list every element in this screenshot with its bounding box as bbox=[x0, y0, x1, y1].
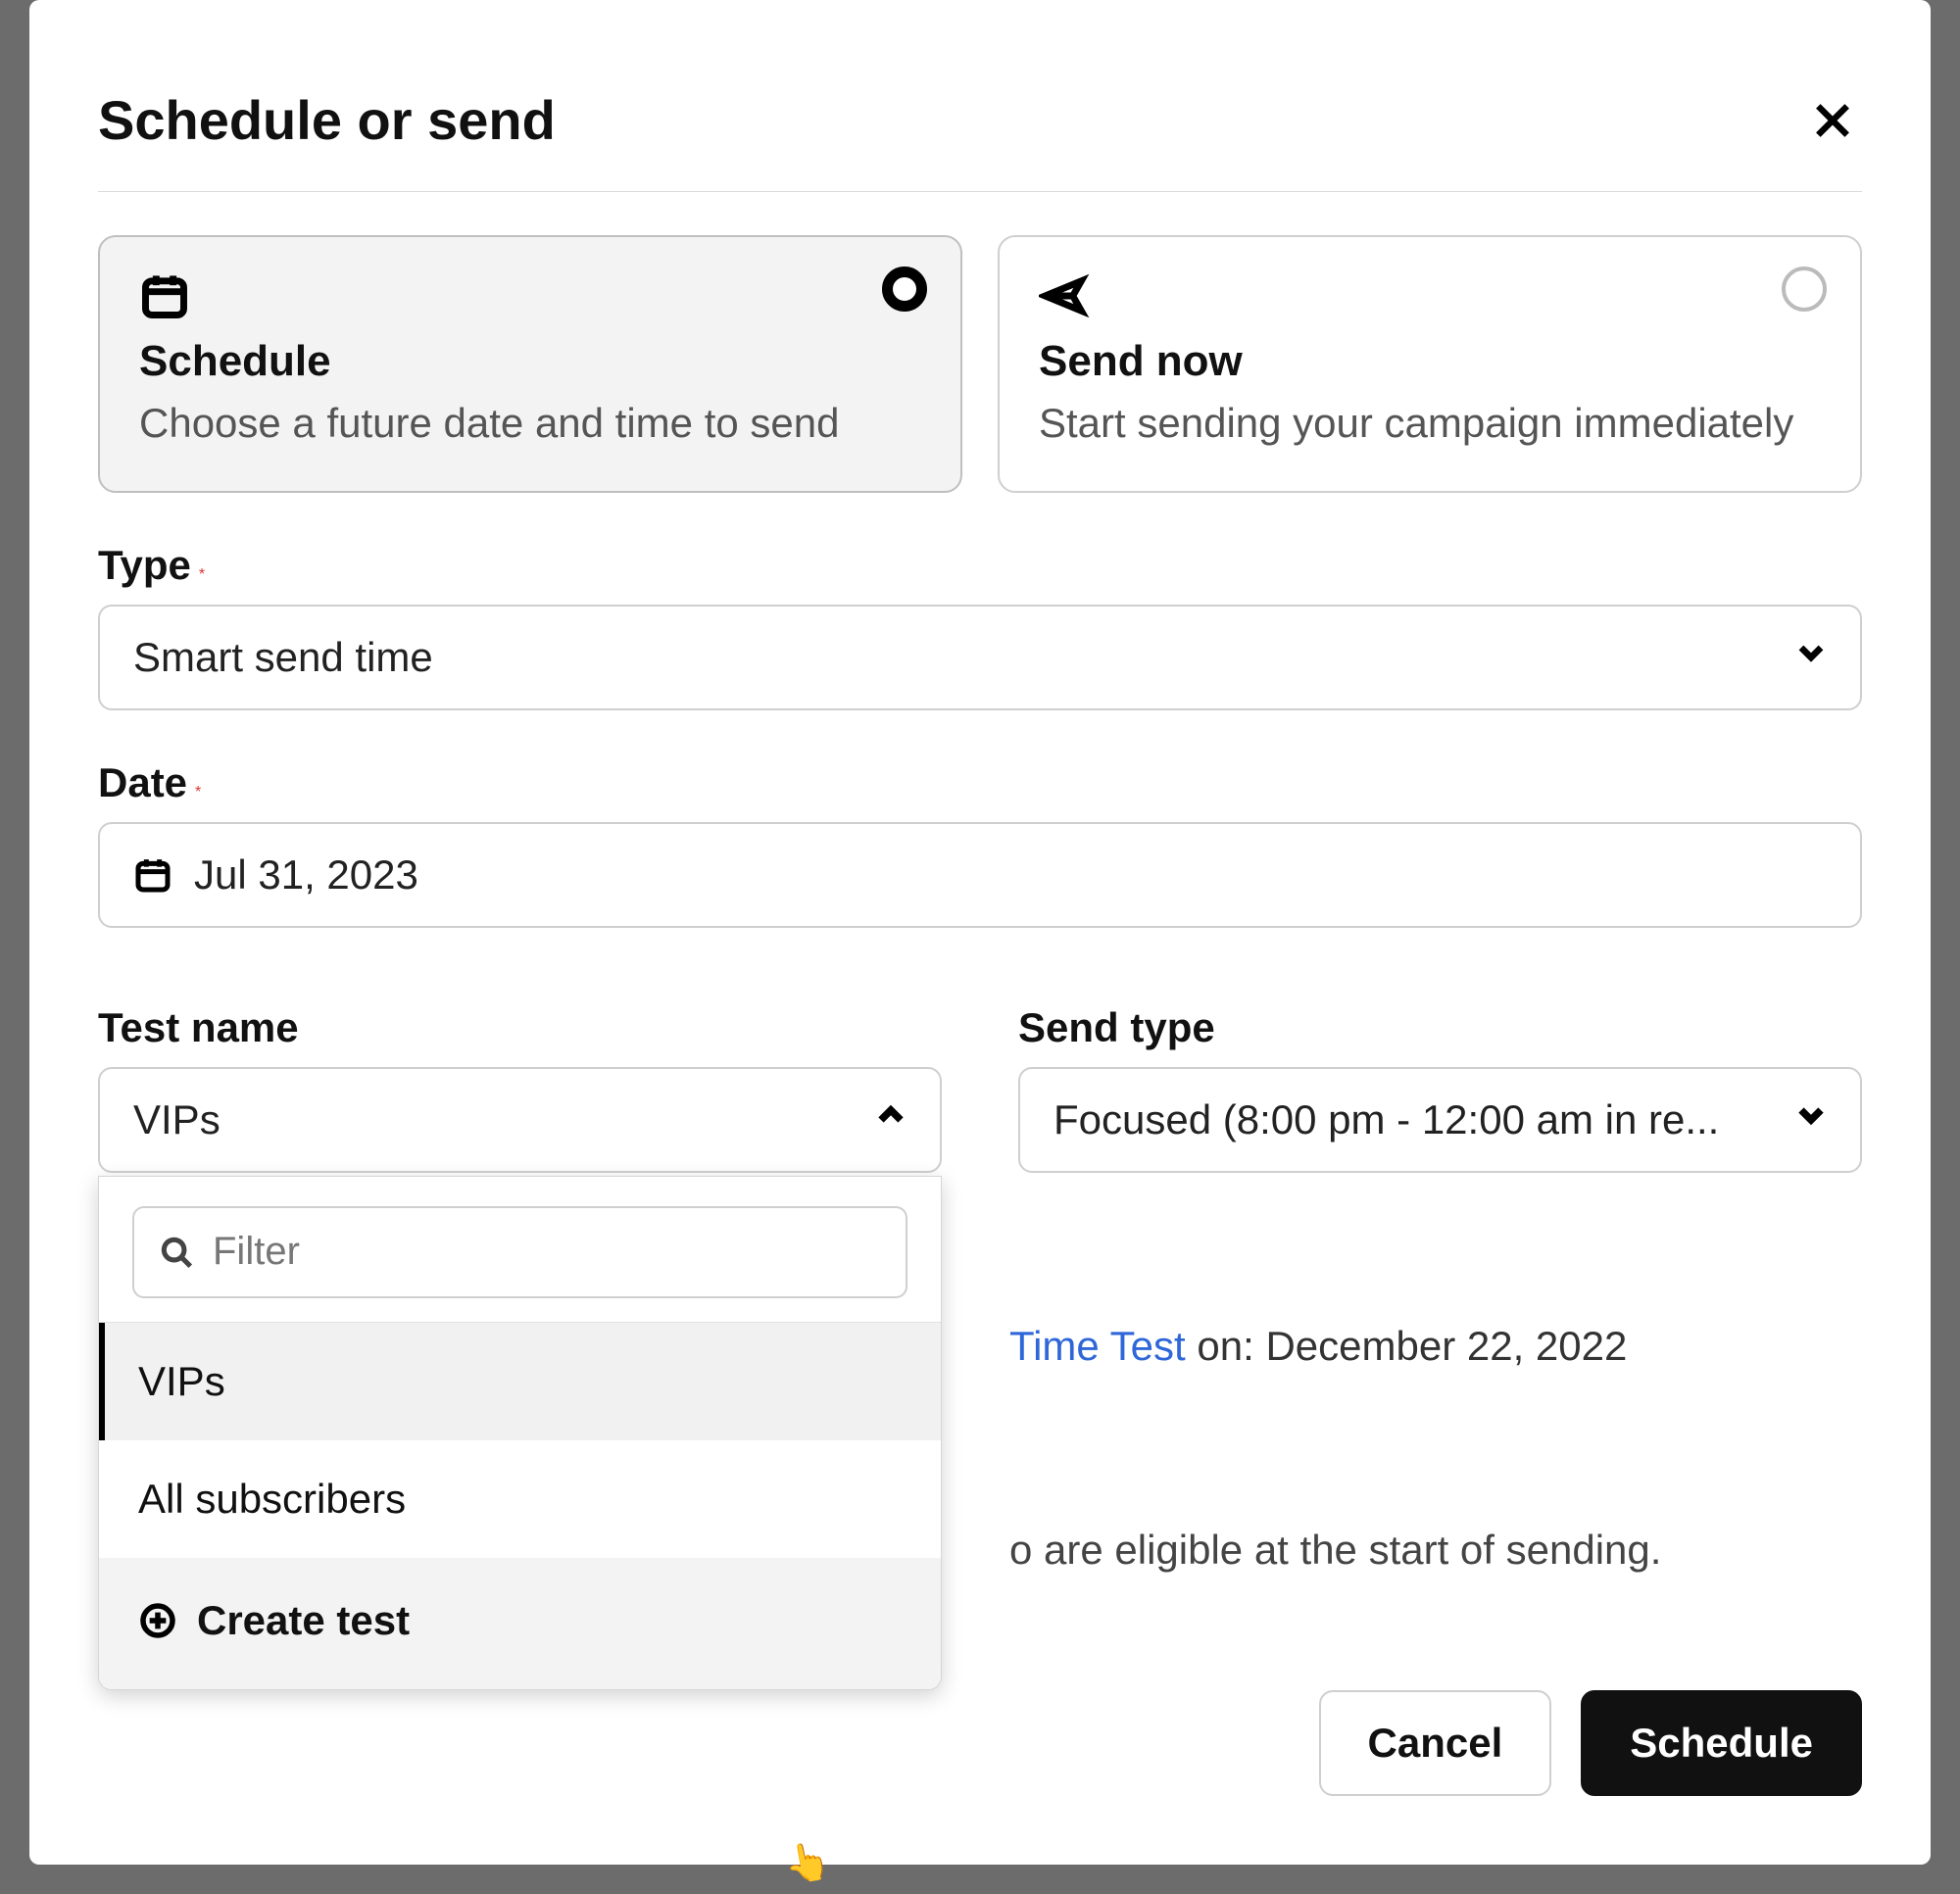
modal-footer: Cancel Schedule bbox=[1319, 1690, 1862, 1796]
test-name-value: VIPs bbox=[133, 1096, 220, 1143]
info-date: on: December 22, 2022 bbox=[1186, 1323, 1628, 1369]
test-name-select[interactable]: VIPs bbox=[98, 1067, 942, 1173]
option-schedule-desc: Choose a future date and time to send bbox=[139, 396, 921, 452]
radio-selected-icon bbox=[882, 267, 927, 312]
dropdown-option-all-subscribers[interactable]: All subscribers bbox=[99, 1440, 941, 1558]
option-send-now[interactable]: Send now Start sending your campaign imm… bbox=[998, 235, 1862, 493]
required-indicator: * bbox=[199, 566, 205, 583]
send-type-value: Focused (8:00 pm - 12:00 am in re... bbox=[1054, 1096, 1719, 1143]
filter-placeholder: Filter bbox=[213, 1230, 300, 1274]
required-indicator: * bbox=[195, 784, 201, 801]
create-test-button[interactable]: Create test bbox=[99, 1558, 941, 1689]
date-label: Date bbox=[98, 759, 187, 805]
calendar-icon bbox=[139, 270, 190, 321]
option-schedule-title: Schedule bbox=[139, 337, 921, 386]
modal-title: Schedule or send bbox=[98, 88, 556, 152]
modal-header: Schedule or send bbox=[98, 88, 1862, 192]
eligible-text: o are eligible at the start of sending. bbox=[1009, 1527, 1661, 1574]
close-icon bbox=[1811, 99, 1854, 142]
radio-unselected-icon bbox=[1782, 267, 1827, 312]
type-value: Smart send time bbox=[133, 634, 433, 681]
search-icon bbox=[158, 1234, 195, 1271]
chevron-up-icon bbox=[871, 1095, 910, 1135]
option-schedule[interactable]: Schedule Choose a future date and time t… bbox=[98, 235, 962, 493]
type-field: Type * Smart send time bbox=[98, 542, 1862, 710]
option-send-now-title: Send now bbox=[1039, 337, 1821, 386]
chevron-down-icon bbox=[1791, 633, 1831, 672]
info-text: Time Test on: December 22, 2022 bbox=[1009, 1323, 1627, 1370]
type-select[interactable]: Smart send time bbox=[98, 605, 1862, 710]
dropdown-option-vips[interactable]: VIPs bbox=[99, 1323, 941, 1440]
test-name-dropdown: Filter VIPs All subscribers Create test bbox=[98, 1176, 942, 1690]
send-icon bbox=[1039, 270, 1090, 321]
date-field: Date * Jul 31, 2023 bbox=[98, 759, 1862, 928]
schedule-button[interactable]: Schedule bbox=[1581, 1690, 1862, 1796]
option-send-now-desc: Start sending your campaign immediately bbox=[1039, 396, 1821, 452]
test-name-field: Test name VIPs Filter VIPs All subscribe… bbox=[98, 1004, 942, 1173]
close-button[interactable] bbox=[1803, 91, 1862, 150]
date-value: Jul 31, 2023 bbox=[194, 851, 418, 898]
create-test-label: Create test bbox=[197, 1597, 410, 1644]
send-type-label: Send type bbox=[1018, 1004, 1215, 1050]
time-test-link[interactable]: Time Test bbox=[1009, 1323, 1186, 1369]
type-label: Type bbox=[98, 542, 191, 588]
calendar-icon bbox=[133, 855, 172, 895]
cancel-button[interactable]: Cancel bbox=[1319, 1690, 1552, 1796]
send-option-cards: Schedule Choose a future date and time t… bbox=[98, 235, 1862, 493]
send-type-select[interactable]: Focused (8:00 pm - 12:00 am in re... bbox=[1018, 1067, 1862, 1173]
plus-circle-icon bbox=[138, 1601, 177, 1640]
filter-input[interactable]: Filter bbox=[132, 1206, 907, 1298]
chevron-down-icon bbox=[1791, 1095, 1831, 1135]
date-input[interactable]: Jul 31, 2023 bbox=[98, 822, 1862, 928]
schedule-send-modal: Schedule or send Schedule Choose a futur… bbox=[29, 0, 1931, 1865]
test-name-label: Test name bbox=[98, 1004, 299, 1050]
send-type-field: Send type Focused (8:00 pm - 12:00 am in… bbox=[1018, 1004, 1862, 1173]
